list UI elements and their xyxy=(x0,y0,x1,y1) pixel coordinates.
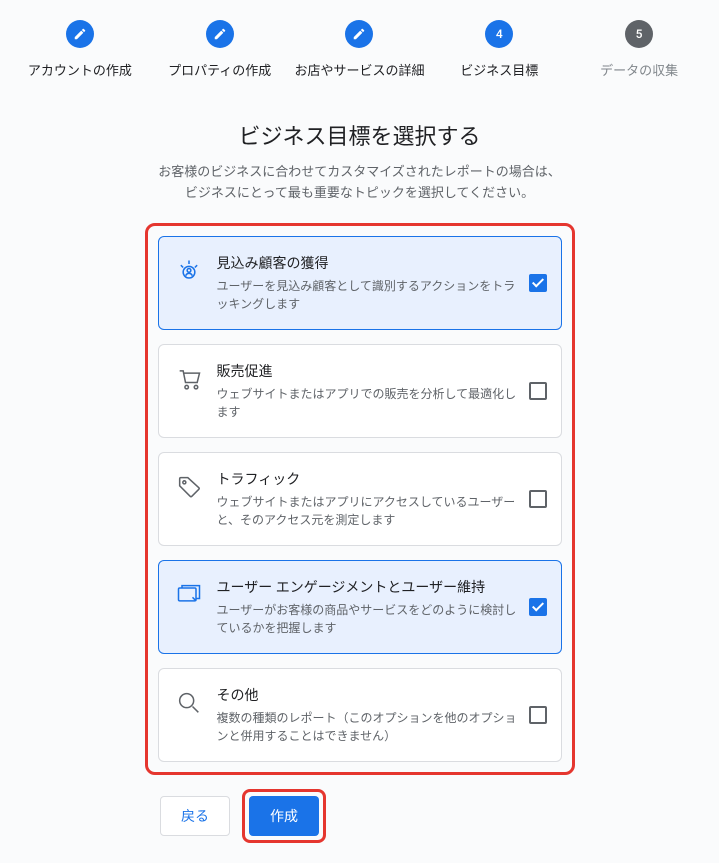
page-subtitle-2: ビジネスにとって最も重要なトピックを選択してください。 xyxy=(10,184,709,205)
create-button[interactable]: 作成 xyxy=(249,796,319,836)
step-business-objectives[interactable]: 4 ビジネス目標 xyxy=(429,20,569,79)
stepper: アカウントの作成 プロパティの作成 お店やサービスの詳細 4 ビジネス目標 5 … xyxy=(10,20,709,79)
option-checkbox[interactable] xyxy=(529,274,547,292)
option-desc: ユーザーがお客様の商品やサービスをどのように検討しているかを把握します xyxy=(217,601,519,637)
option-traffic[interactable]: トラフィック ウェブサイトまたはアプリにアクセスしているユーザーと、そのアクセス… xyxy=(158,452,562,546)
back-button[interactable]: 戻る xyxy=(160,796,230,836)
option-checkbox[interactable] xyxy=(529,490,547,508)
step-number: 4 xyxy=(485,20,513,48)
step-label: アカウントの作成 xyxy=(28,60,132,79)
option-desc: ユーザーを見込み顧客として識別するアクションをトラッキングします xyxy=(217,277,519,313)
magnifier-icon xyxy=(173,685,205,717)
pencil-icon xyxy=(66,20,94,48)
option-checkbox[interactable] xyxy=(529,706,547,724)
cart-icon xyxy=(173,361,205,393)
step-property[interactable]: プロパティの作成 xyxy=(150,20,290,79)
step-label: ビジネス目標 xyxy=(460,60,538,79)
option-leads[interactable]: 見込み顧客の獲得 ユーザーを見込み顧客として識別するアクションをトラッキングしま… xyxy=(158,236,562,330)
step-label: プロパティの作成 xyxy=(168,60,271,79)
pencil-icon xyxy=(345,20,373,48)
leads-icon xyxy=(173,253,205,285)
step-label: お店やサービスの詳細 xyxy=(294,60,424,79)
option-title: ユーザー エンゲージメントとユーザー維持 xyxy=(217,577,519,597)
option-desc: ウェブサイトまたはアプリでの販売を分析して最適化します xyxy=(217,385,519,421)
step-business-details[interactable]: お店やサービスの詳細 xyxy=(290,20,430,79)
options-highlight-box: 見込み顧客の獲得 ユーザーを見込み顧客として識別するアクションをトラッキングしま… xyxy=(145,223,575,775)
option-checkbox[interactable] xyxy=(529,598,547,616)
option-title: 見込み顧客の獲得 xyxy=(217,253,519,273)
option-other[interactable]: その他 複数の種類のレポート（このオプションを他のオプションと併用することはでき… xyxy=(158,668,562,762)
page-title: ビジネス目標を選択する xyxy=(10,119,709,151)
option-engagement[interactable]: ユーザー エンゲージメントとユーザー維持 ユーザーがお客様の商品やサービスをどの… xyxy=(158,560,562,654)
option-desc: 複数の種類のレポート（このオプションを他のオプションと併用することはできません） xyxy=(217,709,519,745)
step-data-collection: 5 データの収集 xyxy=(569,20,709,79)
option-sales[interactable]: 販売促進 ウェブサイトまたはアプリでの販売を分析して最適化します xyxy=(158,344,562,438)
tag-icon xyxy=(173,469,205,501)
heading: ビジネス目標を選択する お客様のビジネスに合わせてカスタマイズされたレポートの場… xyxy=(10,119,709,205)
option-title: その他 xyxy=(217,685,519,705)
footer-actions: 戻る 作成 xyxy=(160,789,709,843)
option-desc: ウェブサイトまたはアプリにアクセスしているユーザーと、そのアクセス元を測定します xyxy=(217,493,519,529)
page-subtitle-1: お客様のビジネスに合わせてカスタマイズされたレポートの場合は、 xyxy=(10,163,709,184)
engagement-icon xyxy=(173,577,205,609)
step-account[interactable]: アカウントの作成 xyxy=(10,20,150,79)
step-label: データの収集 xyxy=(600,60,678,79)
option-title: トラフィック xyxy=(217,469,519,489)
step-number: 5 xyxy=(625,20,653,48)
option-title: 販売促進 xyxy=(217,361,519,381)
pencil-icon xyxy=(206,20,234,48)
create-button-highlight: 作成 xyxy=(242,789,326,843)
option-checkbox[interactable] xyxy=(529,382,547,400)
